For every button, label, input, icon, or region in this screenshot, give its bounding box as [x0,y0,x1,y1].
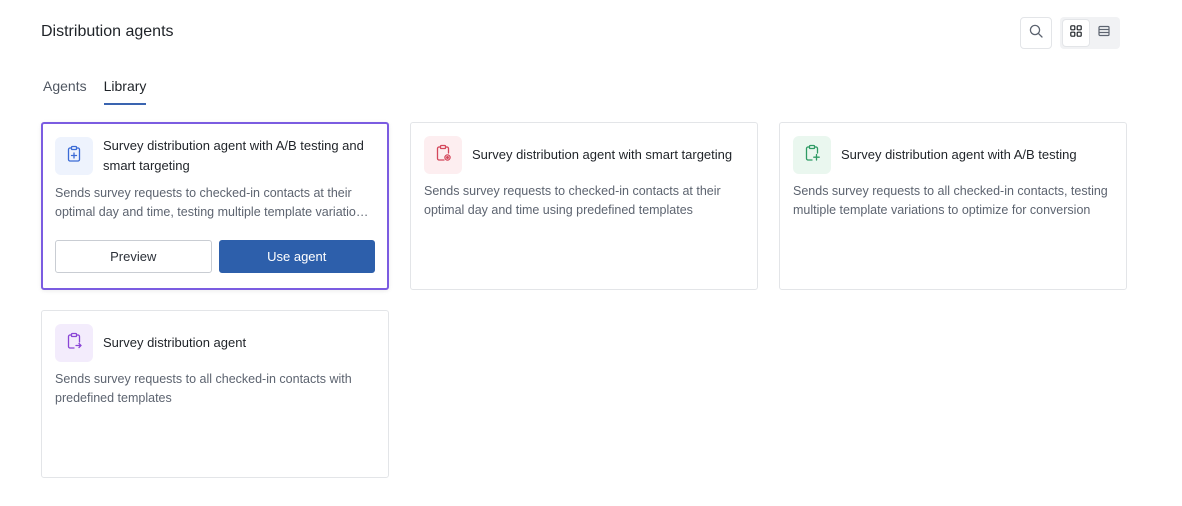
grid-view-icon [1070,24,1082,42]
tab-bar: Agents Library [43,78,147,105]
view-toggle [1060,17,1120,49]
clipboard-send-icon [65,332,83,355]
grid-view-button[interactable] [1063,20,1089,46]
card-title: Survey distribution agent [103,335,247,350]
card-title: Survey distribution agent with A/B testi… [103,138,364,173]
card-title: Survey distribution agent with smart tar… [472,147,733,162]
card-title: Survey distribution agent with A/B testi… [841,147,1077,162]
clipboard-plus-icon [65,145,83,168]
tab-agents[interactable]: Agents [43,78,87,105]
card-icon-tile [55,137,93,175]
search-button[interactable] [1020,17,1052,49]
card-description: Sends survey requests to checked-in cont… [55,186,370,219]
list-view-button[interactable] [1091,20,1117,46]
preview-button[interactable]: Preview [55,240,212,273]
clipboard-target-icon [434,144,452,167]
card-description: Sends survey requests to all checked-in … [55,372,352,405]
card-actions: Preview Use agent [55,240,375,273]
page-title: Distribution agents [41,23,174,40]
list-view-icon [1098,24,1110,42]
use-agent-button[interactable]: Use agent [218,240,375,273]
card-icon-tile [55,324,93,362]
card-description: Sends survey requests to all checked-in … [793,184,1108,217]
search-icon [1029,24,1043,43]
toolbar [1020,17,1120,49]
agent-card[interactable]: Survey distribution agent Sends survey r… [41,310,389,478]
agent-card[interactable]: Survey distribution agent with A/B testi… [41,122,389,290]
tab-library[interactable]: Library [103,78,147,105]
card-description: Sends survey requests to checked-in cont… [424,184,721,217]
clipboard-plus-icon [803,144,821,167]
card-icon-tile [424,136,462,174]
agent-card[interactable]: Survey distribution agent with A/B testi… [779,122,1127,290]
card-icon-tile [793,136,831,174]
agent-card[interactable]: Survey distribution agent with smart tar… [410,122,758,290]
